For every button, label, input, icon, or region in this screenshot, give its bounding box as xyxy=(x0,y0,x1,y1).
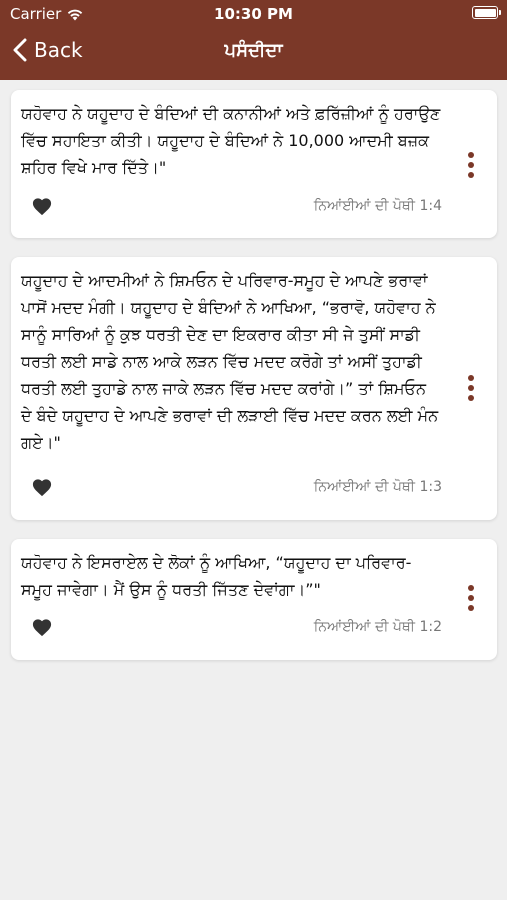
heart-icon[interactable] xyxy=(31,617,53,637)
verse-reference: ਨਿਆਂਈਆਂ ਦੀ ਪੋਥੀ 1:2 xyxy=(313,619,442,635)
battery-icon xyxy=(472,6,501,19)
heart-icon[interactable] xyxy=(31,477,53,497)
verse-text: ਯਹੋਵਾਹ ਨੇ ਯਹੂਦਾਹ ਦੇ ਬੰਦਿਆਂ ਦੀ ਕਨਾਨੀਆਂ ਅਤ… xyxy=(21,104,441,177)
status-bar: Carrier 10:30 PM xyxy=(0,0,507,28)
chevron-left-icon xyxy=(13,38,27,62)
favorite-card: ਯਹੋਵਾਹ ਨੇ ਇਸਰਾਏਲ ਦੇ ਲੋਕਾਂ ਨੂੰ ਆਖਿਆ, “ਯਹੂ… xyxy=(11,539,497,660)
verse-text: ਯਹੋਵਾਹ ਨੇ ਇਸਰਾਏਲ ਦੇ ਲੋਕਾਂ ਨੂੰ ਆਖਿਆ, “ਯਹੂ… xyxy=(21,553,412,599)
status-time: 10:30 PM xyxy=(214,5,293,23)
more-options-icon[interactable] xyxy=(467,375,475,403)
more-options-icon[interactable] xyxy=(467,152,475,180)
back-button[interactable]: Back xyxy=(12,38,83,62)
favorite-card: ਯਹੋਵਾਹ ਨੇ ਯਹੂਦਾਹ ਦੇ ਬੰਦਿਆਂ ਦੀ ਕਨਾਨੀਆਂ ਅਤ… xyxy=(11,90,497,238)
verse-reference: ਨਿਆਂਈਆਂ ਦੀ ਪੋਥੀ 1:3 xyxy=(313,479,442,495)
verse-text: ਯਹੂਦਾਹ ਦੇ ਆਦਮੀਆਂ ਨੇ ਸ਼ਿਮਓਨ ਦੇ ਪਰਿਵਾਰ-ਸਮੂ… xyxy=(21,271,439,452)
heart-icon[interactable] xyxy=(31,196,53,216)
nav-bar: Back ਪਸੰਦੀਦਾ xyxy=(0,28,507,80)
more-options-icon[interactable] xyxy=(467,585,475,613)
verse-reference: ਨਿਆਂਈਆਂ ਦੀ ਪੋਥੀ 1:4 xyxy=(313,198,442,214)
favorite-card: ਯਹੂਦਾਹ ਦੇ ਆਦਮੀਆਂ ਨੇ ਸ਼ਿਮਓਨ ਦੇ ਪਰਿਵਾਰ-ਸਮੂ… xyxy=(11,257,497,520)
back-label: Back xyxy=(34,38,83,62)
header: Carrier 10:30 PM Back ਪਸੰਦੀਦਾ xyxy=(0,0,507,80)
